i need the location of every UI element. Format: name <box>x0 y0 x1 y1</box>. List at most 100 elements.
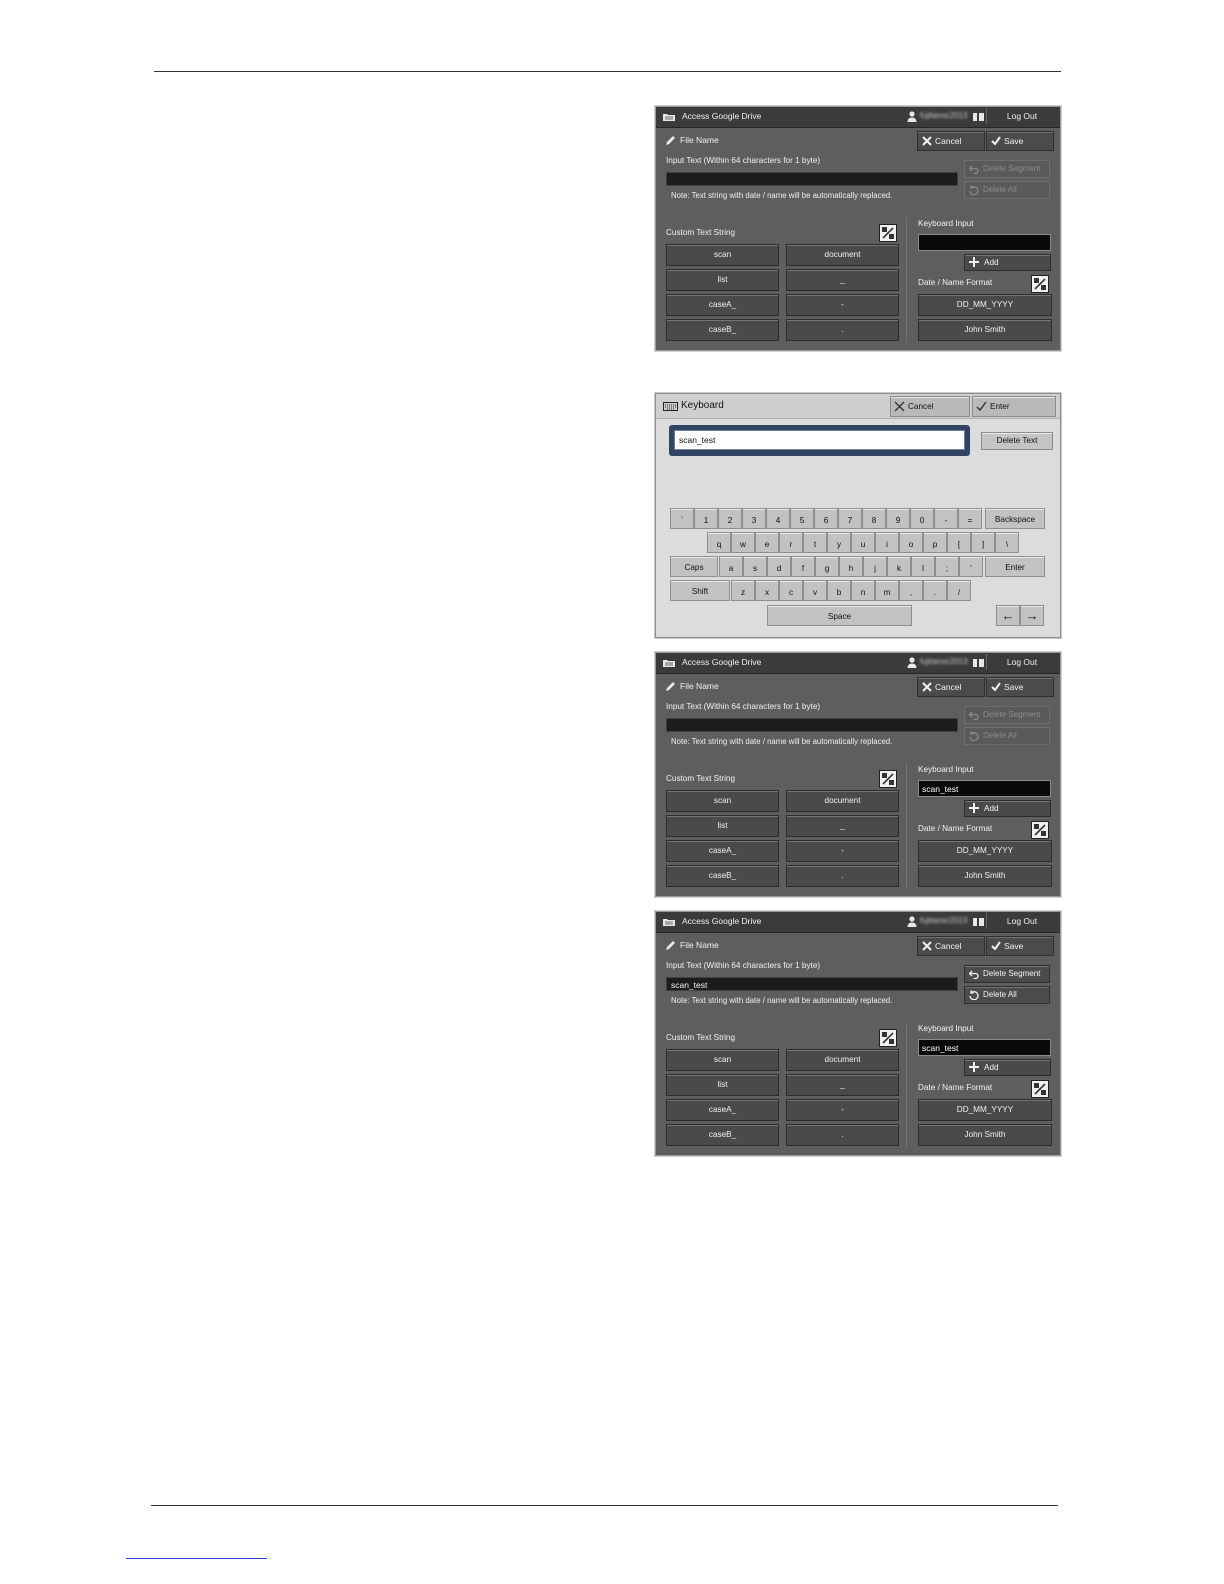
delete-segment-button[interactable]: Delete Segment <box>964 160 1050 178</box>
edit-format-icon[interactable] <box>1031 1080 1049 1098</box>
key-row4-3[interactable]: v <box>803 580 827 601</box>
key-row3-3[interactable]: f <box>791 556 815 577</box>
key-row2-11[interactable]: ] <box>971 532 995 553</box>
edit-format-icon[interactable] <box>1031 275 1049 293</box>
key-row2-8[interactable]: o <box>899 532 923 553</box>
delete-text-button[interactable]: Delete Text <box>981 432 1053 450</box>
key-row4-5[interactable]: n <box>851 580 875 601</box>
key-row2-12[interactable]: \ <box>995 532 1019 553</box>
key-row3-8[interactable]: l <box>911 556 935 577</box>
name-format-button[interactable]: John Smith <box>918 865 1052 887</box>
key-row3-1[interactable]: s <box>743 556 767 577</box>
custom-item-period[interactable]: . <box>786 865 899 887</box>
save-button[interactable]: Save <box>986 131 1054 151</box>
edit-list-icon[interactable] <box>879 770 897 788</box>
custom-item-scan[interactable]: scan <box>666 244 779 266</box>
add-button[interactable]: Add <box>964 254 1051 271</box>
keyboard-input-field[interactable] <box>918 234 1051 251</box>
key-row2-2[interactable]: e <box>755 532 779 553</box>
custom-item-underscore[interactable]: _ <box>786 269 899 291</box>
custom-item-period[interactable]: . <box>786 319 899 341</box>
key-row3-5[interactable]: h <box>839 556 863 577</box>
custom-item-document[interactable]: document <box>786 244 899 266</box>
delete-segment-button[interactable]: Delete Segment <box>964 965 1050 983</box>
key-row1-8[interactable]: 8 <box>862 508 886 529</box>
key-row3-7[interactable]: k <box>887 556 911 577</box>
add-button[interactable]: Add <box>964 1059 1051 1076</box>
custom-item-list[interactable]: list <box>666 1074 779 1096</box>
edit-format-icon[interactable] <box>1031 821 1049 839</box>
key-row3-9[interactable]: ; <box>935 556 959 577</box>
cancel-button[interactable]: Cancel <box>917 677 985 697</box>
key-row2-7[interactable]: i <box>875 532 899 553</box>
backspace-key[interactable]: Backspace <box>985 508 1045 529</box>
key-row4-1[interactable]: x <box>755 580 779 601</box>
custom-item-list[interactable]: list <box>666 269 779 291</box>
edit-list-icon[interactable] <box>879 224 897 242</box>
caps-key[interactable]: Caps <box>670 556 718 577</box>
key-row1-0[interactable]: ` <box>670 508 694 529</box>
custom-item-casea[interactable]: caseA_ <box>666 840 779 862</box>
custom-item-scan[interactable]: scan <box>666 790 779 812</box>
key-row2-5[interactable]: y <box>827 532 851 553</box>
custom-item-hyphen[interactable]: - <box>786 1099 899 1121</box>
key-row1-11[interactable]: - <box>934 508 958 529</box>
key-row3-6[interactable]: j <box>863 556 887 577</box>
custom-item-caseb[interactable]: caseB_ <box>666 319 779 341</box>
space-key[interactable]: Space <box>767 605 912 626</box>
cancel-button[interactable]: Cancel <box>917 936 985 956</box>
key-row4-2[interactable]: c <box>779 580 803 601</box>
keyboard-input-field[interactable]: scan_test <box>918 1039 1051 1056</box>
delete-segment-button[interactable]: Delete Segment <box>964 706 1050 724</box>
key-row2-9[interactable]: p <box>923 532 947 553</box>
custom-item-scan[interactable]: scan <box>666 1049 779 1071</box>
key-row1-6[interactable]: 6 <box>814 508 838 529</box>
key-row1-1[interactable]: 1 <box>694 508 718 529</box>
shift-key[interactable]: Shift <box>670 580 730 601</box>
custom-item-hyphen[interactable]: - <box>786 294 899 316</box>
save-button[interactable]: Save <box>986 936 1054 956</box>
key-row2-4[interactable]: t <box>803 532 827 553</box>
logout-button[interactable]: Log Out <box>986 913 1057 929</box>
custom-item-hyphen[interactable]: - <box>786 840 899 862</box>
custom-item-casea[interactable]: caseA_ <box>666 1099 779 1121</box>
delete-all-button[interactable]: Delete All <box>964 986 1050 1004</box>
enter-key[interactable]: Enter <box>985 556 1045 577</box>
date-format-button[interactable]: DD_MM_YYYY <box>918 840 1052 862</box>
custom-item-document[interactable]: document <box>786 790 899 812</box>
right-arrow-key[interactable]: → <box>1020 605 1044 626</box>
key-row3-4[interactable]: g <box>815 556 839 577</box>
key-row4-8[interactable]: . <box>923 580 947 601</box>
key-row1-5[interactable]: 5 <box>790 508 814 529</box>
key-row4-4[interactable]: b <box>827 580 851 601</box>
key-row3-0[interactable]: a <box>719 556 743 577</box>
key-row1-3[interactable]: 3 <box>742 508 766 529</box>
key-row2-10[interactable]: [ <box>947 532 971 553</box>
key-row1-7[interactable]: 7 <box>838 508 862 529</box>
keyboard-enter-button[interactable]: Enter <box>972 396 1056 417</box>
key-row4-7[interactable]: , <box>899 580 923 601</box>
key-row1-12[interactable]: = <box>958 508 982 529</box>
key-row4-9[interactable]: / <box>947 580 971 601</box>
key-row4-0[interactable]: z <box>731 580 755 601</box>
date-format-button[interactable]: DD_MM_YYYY <box>918 1099 1052 1121</box>
custom-item-list[interactable]: list <box>666 815 779 837</box>
name-format-button[interactable]: John Smith <box>918 1124 1052 1146</box>
custom-item-document[interactable]: document <box>786 1049 899 1071</box>
custom-item-caseb[interactable]: caseB_ <box>666 865 779 887</box>
custom-item-underscore[interactable]: _ <box>786 1074 899 1096</box>
custom-item-underscore[interactable]: _ <box>786 815 899 837</box>
left-arrow-key[interactable]: ← <box>996 605 1020 626</box>
edit-list-icon[interactable] <box>879 1029 897 1047</box>
delete-all-button[interactable]: Delete All <box>964 181 1050 199</box>
key-row1-4[interactable]: 4 <box>766 508 790 529</box>
add-button[interactable]: Add <box>964 800 1051 817</box>
custom-item-caseb[interactable]: caseB_ <box>666 1124 779 1146</box>
key-row2-6[interactable]: u <box>851 532 875 553</box>
keyboard-text-field[interactable]: scan_test <box>674 430 965 450</box>
key-row3-2[interactable]: d <box>767 556 791 577</box>
delete-all-button[interactable]: Delete All <box>964 727 1050 745</box>
name-format-button[interactable]: John Smith <box>918 319 1052 341</box>
logout-button[interactable]: Log Out <box>986 654 1057 670</box>
keyboard-cancel-button[interactable]: Cancel <box>890 396 970 417</box>
